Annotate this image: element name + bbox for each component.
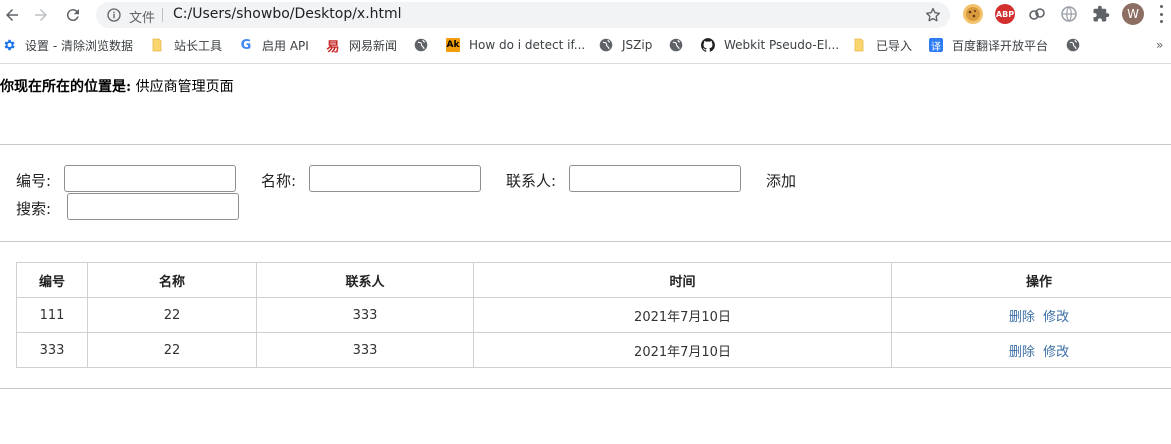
name-label: 名称: [261, 172, 297, 190]
location-label: 你现在所在的位置是: [0, 79, 132, 95]
bookmark-enable-api[interactable]: G 启用 API [239, 36, 309, 54]
bookmark-detect-if[interactable]: Ak How do i detect if... [446, 36, 585, 54]
table-row: 111 22 333 2021年7月10日 删除 修改 [16, 297, 1171, 333]
bookmark-label: JSZip [622, 38, 653, 52]
edit-link[interactable]: 修改 [1043, 345, 1069, 360]
bookmark-webkit-pseudo[interactable]: Webkit Pseudo-El... [701, 36, 839, 54]
reload-button[interactable] [61, 3, 85, 27]
bookmark-globe-2[interactable] [669, 36, 692, 54]
translate-icon: 译 [929, 38, 943, 53]
netease-icon: 易 [326, 39, 340, 55]
puzzle-icon[interactable] [1091, 4, 1111, 24]
edit-link[interactable]: 修改 [1043, 310, 1069, 325]
cell-actions: 删除 修改 [891, 332, 1171, 368]
google-icon: G [240, 37, 252, 53]
bookmark-baidu-translate[interactable]: 译 百度翻译开放平台 [929, 36, 1048, 54]
cell-contact: 333 [256, 332, 474, 368]
info-icon[interactable] [106, 7, 122, 23]
url-text[interactable]: C:/Users/showbo/Desktop/x.html [173, 6, 402, 22]
bookmark-label: 设置 - 清除浏览数据 [25, 38, 133, 53]
delete-link[interactable]: 删除 [1009, 310, 1035, 325]
contact-label: 联系人: [506, 172, 557, 190]
cell-actions: 删除 修改 [891, 297, 1171, 333]
reload-icon [66, 9, 79, 22]
gear-icon [2, 38, 16, 52]
omnibox-divider [162, 8, 163, 22]
delete-link[interactable]: 删除 [1009, 345, 1035, 360]
supplier-table: 编号 名称 联系人 时间 操作 111 22 333 2021年7月10日 删除… [16, 262, 1171, 368]
divider-middle [0, 241, 1171, 242]
add-button[interactable]: 添加 [766, 170, 796, 191]
location-value: 供应商管理页面 [135, 79, 234, 95]
github-icon [701, 38, 715, 52]
cell-id: 333 [16, 332, 88, 368]
table-row: 333 22 333 2021年7月10日 删除 修改 [16, 332, 1171, 368]
bookmark-label: 百度翻译开放平台 [952, 38, 1049, 53]
header-actions: 操作 [891, 262, 1171, 298]
folder-icon [853, 38, 867, 52]
address-bar[interactable]: 文件 C:/Users/showbo/Desktop/x.html [96, 2, 950, 28]
bookmark-webmaster-tools[interactable]: 站长工具 [151, 36, 222, 54]
profile-avatar[interactable]: W [1122, 3, 1144, 25]
forward-button[interactable] [29, 3, 53, 27]
location-line: 你现在所在的位置是: 供应商管理页面 [0, 76, 234, 96]
arrow-right-icon [35, 9, 47, 21]
bookmark-label: 网易新闻 [349, 38, 398, 53]
cell-id: 111 [16, 297, 88, 333]
search-input[interactable] [67, 193, 239, 220]
browser-toolbar: 文件 C:/Users/showbo/Desktop/x.html ABP W [0, 0, 1171, 30]
bookmarks-bar: 设置 - 清除浏览数据 站长工具 G 启用 API 易 网易新闻 Ak How … [0, 33, 1171, 57]
cell-time: 2021年7月10日 [473, 297, 892, 333]
cell-name: 22 [87, 332, 257, 368]
bookmark-label: How do i detect if... [469, 38, 586, 52]
divider-top [0, 144, 1171, 145]
globe-extension-icon[interactable] [1059, 4, 1079, 24]
cell-contact: 333 [256, 297, 474, 333]
globe-icon [1066, 38, 1080, 52]
id-label: 编号: [16, 172, 52, 190]
bookmark-label: 已导入 [876, 38, 913, 53]
divider-bottom [0, 388, 1171, 389]
back-button[interactable] [0, 3, 24, 27]
cell-name: 22 [87, 297, 257, 333]
bookmark-label: 站长工具 [174, 38, 223, 53]
bookmark-label: Webkit Pseudo-El... [724, 38, 840, 52]
bookmark-label: 启用 API [262, 38, 309, 53]
header-time: 时间 [473, 262, 892, 298]
bookmark-imported[interactable]: 已导入 [853, 36, 912, 54]
cell-time: 2021年7月10日 [473, 332, 892, 368]
table-header-row: 编号 名称 联系人 时间 操作 [16, 262, 1171, 298]
bookmark-globe-3[interactable] [1066, 36, 1089, 54]
header-id: 编号 [16, 262, 88, 298]
arrow-left-icon [6, 9, 18, 21]
globe-icon [414, 38, 428, 52]
search-label: 搜索: [16, 200, 52, 218]
bookmark-netease-news[interactable]: 易 网易新闻 [326, 36, 398, 55]
bookmarks-overflow-button[interactable]: » [1156, 38, 1163, 52]
globe-icon [669, 38, 683, 52]
header-name: 名称 [87, 262, 257, 298]
star-icon[interactable] [924, 6, 942, 24]
bookmark-settings-clear-data[interactable]: 设置 - 清除浏览数据 [2, 36, 133, 54]
bookmark-globe-1[interactable] [414, 36, 437, 54]
link-icon[interactable] [1027, 4, 1047, 24]
contact-input[interactable] [569, 165, 741, 192]
ak-icon: Ak [446, 38, 460, 52]
header-contact: 联系人 [256, 262, 474, 298]
adblock-label: ABP [995, 9, 1015, 19]
menu-icon[interactable] [1158, 5, 1164, 23]
chrome-divider [0, 63, 1171, 64]
name-input[interactable] [309, 165, 481, 192]
globe-icon [599, 38, 613, 52]
id-input[interactable] [64, 165, 236, 192]
cookie-icon[interactable] [963, 4, 983, 24]
bookmark-jszip[interactable]: JSZip [599, 36, 652, 54]
folder-icon [151, 38, 165, 52]
security-label: 文件 [129, 11, 156, 26]
adblock-icon[interactable]: ABP [995, 4, 1015, 24]
